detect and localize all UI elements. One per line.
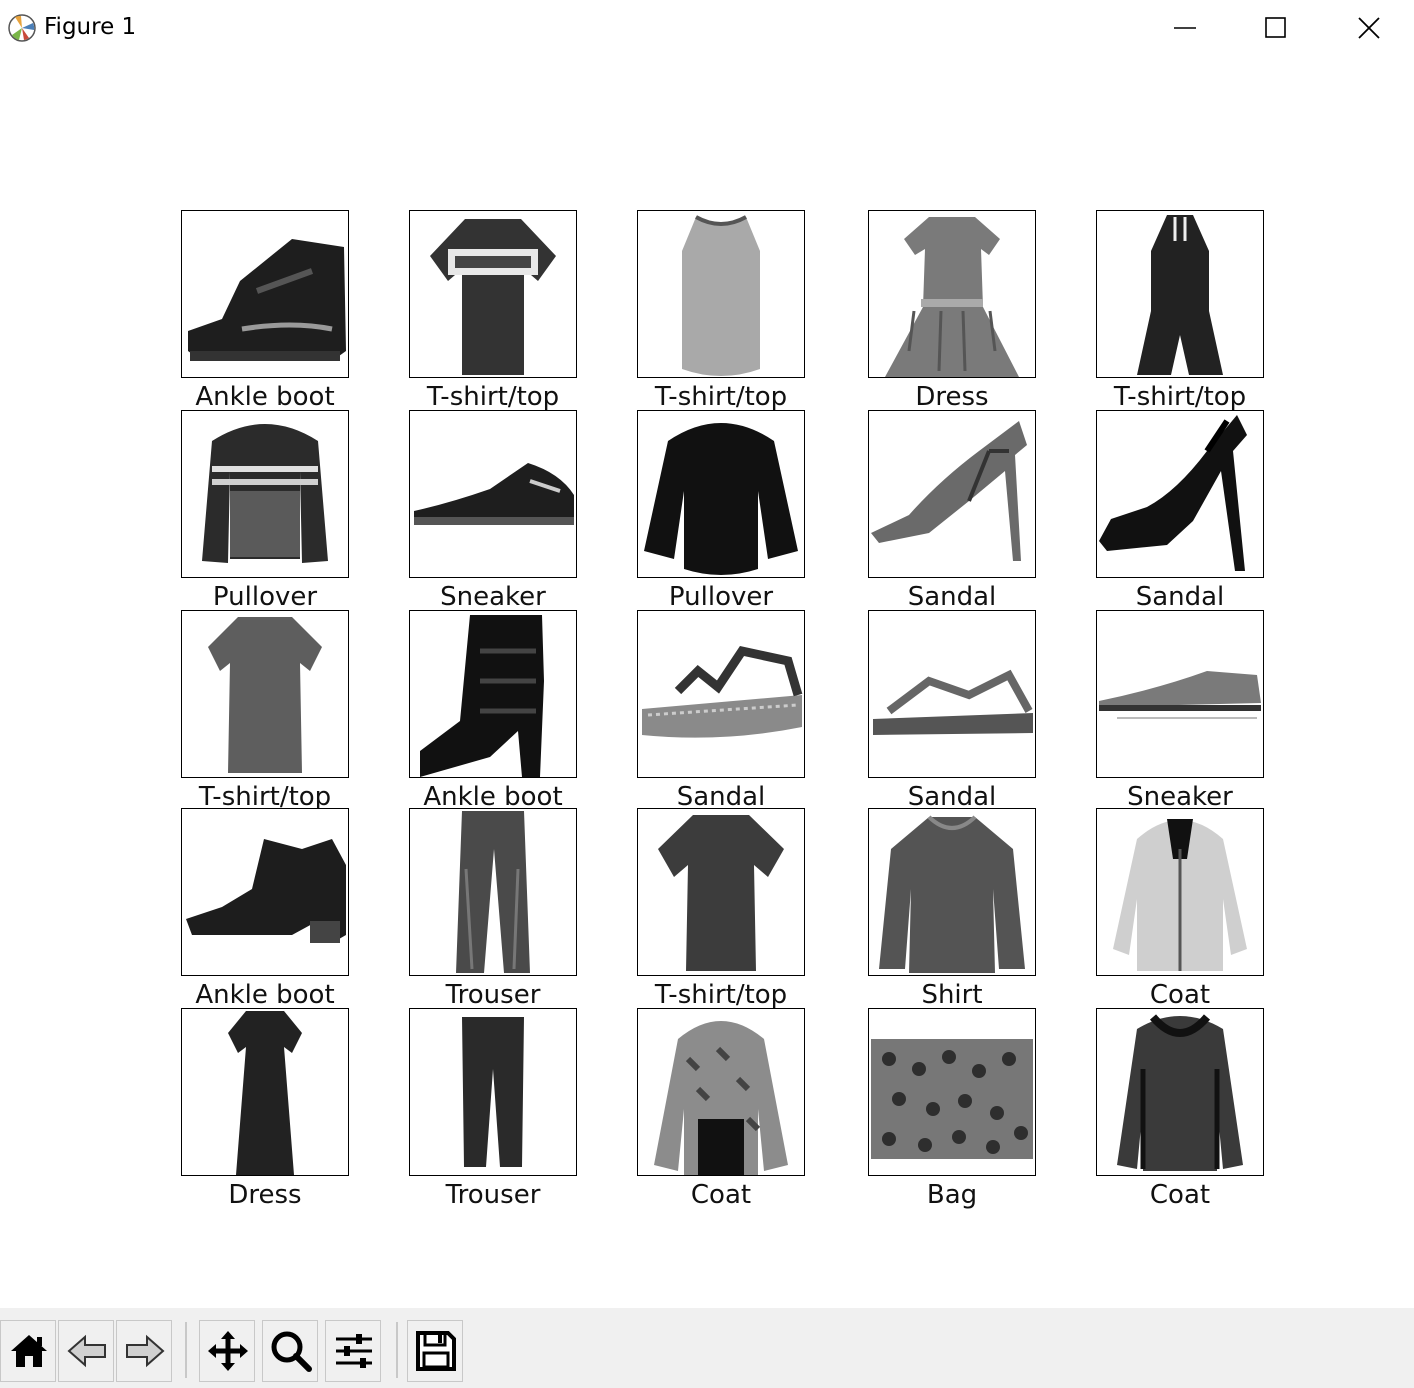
tshirt-print-image [409, 210, 577, 378]
image-cell: T-shirt/top [1096, 210, 1264, 412]
back-button[interactable] [58, 1320, 114, 1382]
image-label: Pullover [212, 582, 318, 612]
image-label: Dress [915, 382, 989, 412]
close-button[interactable] [1334, 6, 1404, 50]
image-cell: T-shirt/top [637, 210, 805, 412]
floppy-disk-icon [416, 1331, 456, 1371]
jeans-image [409, 808, 577, 976]
image-cell: Shirt [868, 808, 1036, 1010]
image-cell: Coat [1096, 1008, 1264, 1210]
minimize-button[interactable] [1150, 6, 1220, 50]
image-label: T-shirt/top [654, 980, 788, 1010]
image-label: Sandal [907, 582, 997, 612]
home-icon [11, 1335, 47, 1367]
maximize-button[interactable] [1241, 6, 1311, 50]
flat-sandal-image [868, 610, 1036, 778]
heel-sandal-dark-image [1096, 410, 1264, 578]
image-label: T-shirt/top [426, 382, 560, 412]
image-cell: Sandal [868, 610, 1036, 812]
dark-hoodie-image [1096, 1008, 1264, 1176]
image-label: Trouser [445, 980, 541, 1010]
image-cell: Dress [181, 1008, 349, 1210]
home-button[interactable] [0, 1320, 56, 1382]
platform-sandal-image [637, 610, 805, 778]
image-label: Pullover [668, 582, 774, 612]
maximize-icon [1265, 17, 1286, 38]
back-arrow-icon [67, 1334, 106, 1368]
image-label: Coat [1149, 980, 1211, 1010]
figure-canvas[interactable]: Ankle boot T-shirt/top T-shirt/top Dress T-s… [0, 60, 1414, 1308]
image-label: T-shirt/top [654, 382, 788, 412]
image-label: Ankle boot [195, 382, 335, 412]
navigation-toolbar [0, 1308, 1414, 1388]
heel-sandal-image [868, 410, 1036, 578]
tshirt-image [637, 808, 805, 976]
image-cell: Sneaker [409, 410, 577, 612]
image-cell: Trouser [409, 808, 577, 1010]
image-label: Shirt [921, 980, 983, 1010]
low-sneaker-image [1096, 610, 1264, 778]
patterned-jacket-image [637, 1008, 805, 1176]
image-cell: Dress [868, 210, 1036, 412]
image-label: Coat [690, 1180, 752, 1210]
image-cell: Pullover [637, 410, 805, 612]
image-cell: Sandal [1096, 410, 1264, 612]
magnifier-icon [271, 1331, 312, 1372]
image-label: Bag [926, 1180, 978, 1210]
image-label: Ankle boot [195, 980, 335, 1010]
save-button[interactable] [407, 1320, 463, 1382]
image-label: Sandal [1135, 582, 1225, 612]
close-icon [1358, 17, 1380, 39]
striped-pullover-image [181, 410, 349, 578]
toolbar-separator [396, 1322, 398, 1378]
image-cell: Ankle boot [409, 610, 577, 812]
sneaker-image [409, 410, 577, 578]
dark-dress-image [181, 1008, 349, 1176]
heel-boot-image [409, 610, 577, 778]
minimize-icon [1174, 27, 1196, 29]
image-cell: T-shirt/top [409, 210, 577, 412]
configure-subplots-button[interactable] [325, 1320, 381, 1382]
pan-button[interactable] [199, 1320, 255, 1382]
long-tshirt-image [181, 610, 349, 778]
blouse-image [868, 808, 1036, 976]
image-label: Sneaker [440, 582, 546, 612]
image-cell: T-shirt/top [181, 610, 349, 812]
image-label: Trouser [445, 1180, 541, 1210]
image-cell: Pullover [181, 410, 349, 612]
window-title: Figure 1 [44, 14, 137, 40]
pullover-image [637, 410, 805, 578]
light-hoodie-image [1096, 808, 1264, 976]
patterned-bag-image [868, 1008, 1036, 1176]
forward-button[interactable] [116, 1320, 172, 1382]
zoom-button[interactable] [262, 1320, 318, 1382]
image-cell: Ankle boot [181, 210, 349, 412]
toolbar-separator [185, 1322, 187, 1378]
image-label: T-shirt/top [1113, 382, 1247, 412]
image-cell: Ankle boot [181, 808, 349, 1010]
sliders-icon [336, 1334, 372, 1368]
romper-image [1096, 210, 1264, 378]
title-bar: Figure 1 [0, 0, 1414, 60]
image-cell: Trouser [409, 1008, 577, 1210]
image-cell: Sandal [637, 610, 805, 812]
matplotlib-icon [7, 13, 37, 43]
image-cell: Sandal [868, 410, 1036, 612]
image-cell: Bag [868, 1008, 1036, 1210]
forward-arrow-icon [126, 1334, 165, 1368]
image-cell: Coat [1096, 808, 1264, 1010]
image-cell: T-shirt/top [637, 808, 805, 1010]
image-cell: Sneaker [1096, 610, 1264, 812]
tank-top-image [637, 210, 805, 378]
image-label: Coat [1149, 1180, 1211, 1210]
dress-image [868, 210, 1036, 378]
trousers-image [409, 1008, 577, 1176]
image-label: Dress [228, 1180, 302, 1210]
image-cell: Coat [637, 1008, 805, 1210]
chelsea-boot-image [181, 808, 349, 976]
move-icon [208, 1331, 248, 1371]
ankle-boot-image [181, 210, 349, 378]
